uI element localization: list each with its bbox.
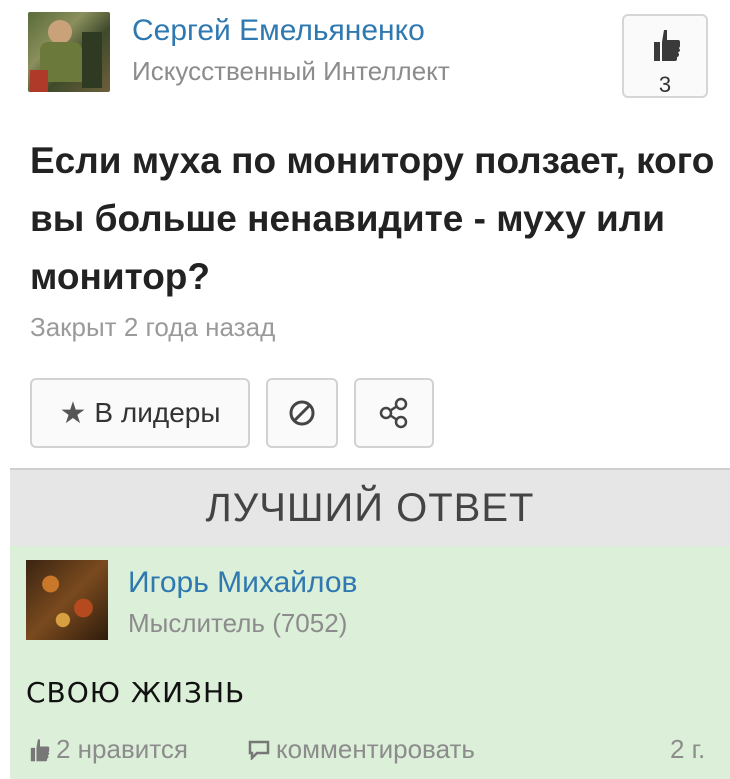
comment-button[interactable]: комментировать bbox=[248, 734, 475, 765]
answer-age: 2 г. bbox=[670, 734, 706, 764]
share-button[interactable] bbox=[354, 378, 434, 448]
answer-likes-label: 2 нравится bbox=[56, 734, 188, 764]
thumbs-up-icon bbox=[654, 30, 680, 61]
thumbs-up-icon bbox=[30, 738, 50, 761]
add-to-leaders-label: В лидеры bbox=[94, 397, 221, 428]
author-avatar[interactable] bbox=[28, 12, 110, 92]
report-button[interactable] bbox=[266, 378, 338, 448]
like-button[interactable]: 3 bbox=[622, 14, 708, 98]
answer-text: СВОЮ ЖИЗНЬ bbox=[26, 676, 246, 709]
block-icon bbox=[289, 400, 315, 426]
answer-author-avatar[interactable] bbox=[26, 560, 108, 640]
question-title: Если муха по монитору ползает, кого вы б… bbox=[30, 140, 715, 297]
like-count: 3 bbox=[658, 72, 672, 97]
add-to-leaders-button[interactable]: ★ В лидеры bbox=[30, 378, 250, 448]
comment-icon bbox=[248, 740, 270, 760]
question-status: Закрыт 2 года назад bbox=[30, 312, 276, 342]
best-answer-header: ЛУЧШИЙ ОТВЕТ bbox=[10, 468, 730, 546]
question-author-name[interactable]: Сергей Емельяненко bbox=[132, 14, 425, 48]
question-author-rank: Искусственный Интеллект bbox=[132, 56, 450, 86]
answer-like-button[interactable]: 2 нравится bbox=[30, 734, 188, 765]
share-icon bbox=[379, 397, 408, 429]
answer-author-rank: Мыслитель (7052) bbox=[128, 608, 348, 638]
answer-author-name[interactable]: Игорь Михайлов bbox=[128, 566, 358, 600]
star-icon: ★ bbox=[59, 396, 87, 430]
comment-label: комментировать bbox=[276, 734, 475, 764]
